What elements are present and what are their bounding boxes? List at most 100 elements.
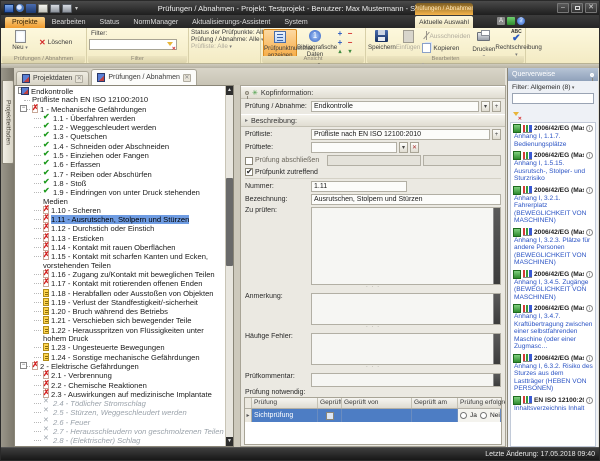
tab-aktuelle-auswahl[interactable]: Aktuelle Auswahl: [415, 16, 473, 28]
close-tab-icon[interactable]: ✕: [182, 73, 191, 82]
section-kopfinformation[interactable]: ✳ Kopfinformation:: [241, 86, 505, 99]
ja-radio[interactable]: [460, 412, 467, 419]
maximize-button[interactable]: [571, 3, 583, 13]
help-icon[interactable]: ?: [517, 17, 525, 25]
tree-item[interactable]: −1.23 - Ungesteuerte Bewegungen: [16, 343, 224, 352]
table-column-header[interactable]: Geprüft am: [412, 398, 458, 408]
tree-item[interactable]: −1.17 - Kontakt mit rotierenden offenen …: [16, 278, 224, 288]
abschluss-von-field[interactable]: [423, 155, 501, 166]
style-icon[interactable]: A: [497, 17, 505, 25]
section-link[interactable]: Anhang I, 3.4.5. Zugänge (BEWEGLICHKEIT …: [514, 279, 593, 302]
prueftiefe-combo[interactable]: [311, 142, 397, 153]
funnel-icon[interactable]: [166, 41, 176, 52]
scroll-down-icon[interactable]: ▼: [226, 437, 233, 446]
table-column-header[interactable]: Prüfung erfolgreich: [458, 398, 505, 408]
pruefliste-input[interactable]: Prüfliste nach EN ISO 12100:2010: [311, 129, 490, 140]
print-preview-icon[interactable]: [38, 3, 48, 13]
section-beschreibung[interactable]: ▸ Beschreibung:: [241, 114, 505, 127]
status-filter-dropdown[interactable]: Prüfung / Abnahme: Alle: [191, 36, 271, 43]
speichern-button[interactable]: Speichern: [368, 29, 396, 52]
ribbon-tab[interactable]: System: [277, 17, 314, 28]
search-icon[interactable]: [16, 4, 24, 12]
export-icon[interactable]: [62, 3, 72, 13]
info-icon[interactable]: i: [586, 270, 593, 278]
section-link[interactable]: Anhang I, 1.5.15. Ausrutsch-, Stolper- u…: [514, 160, 593, 183]
dropdown-arrow-icon[interactable]: ▾: [481, 101, 490, 112]
tab-projektdaten[interactable]: Projektdaten ✕: [16, 71, 90, 85]
section-link[interactable]: Inhaltsverzeichnis Inhalt: [514, 405, 593, 413]
bezeichnung-input[interactable]: Ausrutschen, Stolpern und Stürzen: [311, 194, 501, 205]
close-tab-icon[interactable]: ✕: [75, 74, 84, 83]
theme-icon[interactable]: [507, 17, 515, 25]
ribbon-tab[interactable]: Bearbeiten: [45, 17, 93, 28]
add-pruefung-button[interactable]: +: [492, 101, 501, 112]
loeschen-button[interactable]: ✕ Löschen: [37, 37, 74, 48]
info-icon[interactable]: i: [586, 354, 593, 362]
tree-scrollbar[interactable]: ▲ ▼: [225, 86, 233, 446]
filter-input[interactable]: [89, 39, 177, 52]
pin-icon[interactable]: [590, 72, 594, 81]
rechtschreibung-button[interactable]: ABC ✔ Rechtschreibung ▾: [495, 29, 541, 58]
ribbon-tab[interactable]: Aktualisierungs-Assistent: [185, 17, 277, 28]
kopieren-button[interactable]: Kopieren: [420, 42, 472, 54]
tree-item[interactable]: −1.20 - Bruch während des Betriebs: [16, 307, 224, 316]
pruefpunkt-zutreffend-checkbox[interactable]: [245, 167, 253, 176]
tree-item[interactable]: −1.21 - Verschieben sich bewegender Teil…: [16, 316, 224, 325]
tree-expander-icon[interactable]: −: [20, 361, 27, 369]
clear-x-icon[interactable]: ✕: [410, 142, 419, 153]
splitter-grip[interactable]: [241, 327, 505, 331]
geprueft-von-cell[interactable]: [342, 409, 412, 422]
pruefkommentar-textarea[interactable]: [311, 373, 501, 387]
scroll-thumb[interactable]: [226, 178, 233, 266]
neu-button[interactable]: Neu ▾: [3, 29, 37, 52]
table-row-sichtpruefung[interactable]: ▸ Sichtprüfung Ja Nein: [245, 409, 501, 422]
app-menu-icon[interactable]: [4, 3, 14, 13]
ribbon-tab[interactable]: Projekte: [5, 17, 45, 28]
info-icon[interactable]: i: [586, 396, 593, 404]
add-pruefliste-button[interactable]: +: [492, 129, 501, 140]
info-icon[interactable]: i: [586, 305, 593, 312]
clear-filter-funnel-icon[interactable]: [512, 107, 522, 122]
zoom-in-button[interactable]: +: [335, 39, 345, 48]
geprueft-checkbox[interactable]: [325, 411, 334, 420]
table-column-header[interactable]: Geprüft: [318, 398, 342, 408]
table-column-header[interactable]: Geprüft von: [342, 398, 412, 408]
info-icon[interactable]: i: [586, 125, 593, 132]
dropdown-arrow-icon[interactable]: ▾: [399, 142, 408, 153]
pin-icon[interactable]: [245, 90, 249, 99]
nummer-input[interactable]: 1.11: [311, 181, 407, 192]
info-icon[interactable]: i: [586, 186, 593, 194]
tree-item[interactable]: −1.19 - Verlust der Standfestigkeit/-sic…: [16, 297, 224, 307]
print-icon[interactable]: [50, 3, 60, 13]
section-link[interactable]: Anhang I, 3.2.3. Plätze für andere Perso…: [514, 237, 593, 267]
anmerkung-textarea[interactable]: [311, 293, 501, 325]
scroll-up-icon[interactable]: ▲: [226, 86, 233, 95]
querverweise-search-input[interactable]: [512, 93, 594, 104]
nein-radio[interactable]: [479, 412, 487, 419]
status-filter-dropdown[interactable]: Status der Prüfpunkte: Alle: [191, 29, 271, 36]
tree-item[interactable]: −1.22 - Herausspritzen von Flüssigkeiten…: [16, 325, 224, 344]
splitter-grip[interactable]: [241, 287, 505, 291]
tab-projektleitfaden[interactable]: Projektleitfaden: [2, 80, 14, 164]
table-column-header[interactable]: Prüfung: [252, 398, 318, 408]
pruefung-abnahme-input[interactable]: Endkontrolle: [311, 101, 479, 112]
zoom-out-button[interactable]: −: [345, 39, 355, 48]
einfuegen-button[interactable]: Einfügen: [396, 29, 420, 52]
section-link[interactable]: Anhang I, 1.1.7. Bedienungsplätze: [514, 133, 593, 148]
close-button[interactable]: ✕: [585, 3, 597, 13]
info-icon[interactable]: i: [586, 152, 593, 159]
pruefung-abschliessen-checkbox[interactable]: [245, 156, 253, 165]
geprueft-am-cell[interactable]: [412, 409, 458, 422]
ausschneiden-button[interactable]: Ausschneiden: [420, 31, 472, 41]
status-filter-dropdown[interactable]: Prüfliste: Alle: [191, 43, 271, 50]
splitter-grip[interactable]: [241, 367, 505, 371]
section-link[interactable]: Anhang I, 3.2.1. Fahrerplatz (BEWEGLICHK…: [514, 195, 593, 225]
info-icon[interactable]: i: [586, 228, 593, 236]
zu-pruefen-textarea[interactable]: [311, 207, 501, 285]
abschluss-datum-field[interactable]: [327, 155, 421, 166]
tree-item[interactable]: −1.24 - Sonstige mechanische Gefährdunge…: [16, 352, 224, 362]
ribbon-tab[interactable]: NormManager: [126, 17, 185, 28]
querverweise-filter-dropdown[interactable]: Filter: Allgemein (8): [512, 84, 594, 91]
tab-pruefungen-abnahmen[interactable]: Prüfungen / Abnahmen ✕: [91, 69, 197, 85]
tree-item[interactable]: −Prüfliste nach EN ISO 12100:2010: [16, 96, 224, 104]
